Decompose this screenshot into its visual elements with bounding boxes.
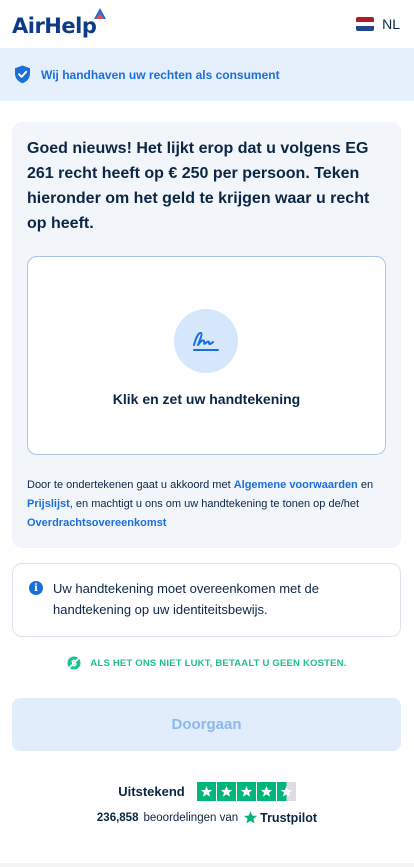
trustpilot-rating-label: Uitstekend bbox=[118, 784, 185, 799]
star-icon bbox=[196, 782, 216, 801]
bottom-divider bbox=[0, 863, 414, 867]
logo-mark-icon bbox=[94, 7, 107, 19]
language-code: NL bbox=[382, 16, 400, 32]
language-selector[interactable]: NL bbox=[356, 16, 400, 32]
review-count: 236,858 bbox=[96, 811, 139, 824]
trustpilot-stars bbox=[196, 782, 296, 801]
consumer-rights-banner: Wij handhaven uw rechten als consument bbox=[0, 48, 414, 101]
notice-text: Uw handtekening moet overeenkomen met de… bbox=[53, 581, 319, 617]
star-icon bbox=[236, 782, 256, 801]
terms-part-2: en bbox=[357, 479, 374, 491]
no-fee-icon: $ bbox=[67, 656, 81, 670]
trustpilot-widget[interactable]: Uitstekend 236,858 beoordelingen van Tru… bbox=[0, 782, 414, 825]
compensation-card: Goed nieuws! Het lijkt erop dat u volgen… bbox=[12, 122, 401, 548]
reviews-text: beoordelingen van bbox=[143, 811, 239, 824]
header: AirHelp NL bbox=[0, 0, 414, 48]
signature-icon bbox=[193, 331, 219, 351]
compensation-headline: Goed nieuws! Het lijkt erop dat u volgen… bbox=[27, 140, 370, 232]
terms-part-3: , en machtigt u ons om uw handtekening t… bbox=[69, 498, 360, 510]
general-terms-link[interactable]: Algemene voorwaarden bbox=[234, 479, 358, 491]
terms-text: Door te ondertekenen gaat u akkoord met … bbox=[27, 476, 382, 533]
signature-notice: i Uw handtekening moet overeenkomen met … bbox=[12, 563, 401, 637]
no-win-no-fee: $ ALS HET ONS NIET LUKT, BETAALT U GEEN … bbox=[0, 656, 414, 670]
signature-label: Klik en zet uw handtekening bbox=[112, 391, 301, 407]
signature-icon-circle bbox=[174, 309, 238, 373]
half-star-icon bbox=[276, 782, 296, 801]
netherlands-flag-icon bbox=[356, 17, 375, 31]
price-list-link[interactable]: Prijslijst bbox=[27, 498, 70, 510]
continue-button[interactable]: Doorgaan bbox=[12, 698, 401, 751]
shield-check-icon bbox=[15, 65, 30, 84]
logo-text: AirHelp bbox=[12, 13, 97, 38]
guarantee-text: ALS HET ONS NIET LUKT, BETAALT U GEEN KO… bbox=[90, 657, 347, 669]
trustpilot-brand-text: Trustpilot bbox=[260, 810, 318, 825]
info-icon: i bbox=[29, 581, 43, 595]
trustpilot-star-icon bbox=[244, 811, 258, 824]
transfer-agreement-link[interactable]: Overdrachtsovereenkomst bbox=[27, 517, 166, 529]
trustpilot-brand: Trustpilot bbox=[243, 810, 317, 825]
star-icon bbox=[216, 782, 236, 801]
airhelp-logo[interactable]: AirHelp bbox=[12, 7, 107, 38]
star-icon bbox=[256, 782, 276, 801]
signature-box[interactable]: Klik en zet uw handtekening bbox=[27, 256, 386, 455]
terms-part-1: Door te ondertekenen gaat u akkoord met bbox=[27, 479, 234, 491]
banner-text: Wij handhaven uw rechten als consument bbox=[41, 67, 280, 82]
